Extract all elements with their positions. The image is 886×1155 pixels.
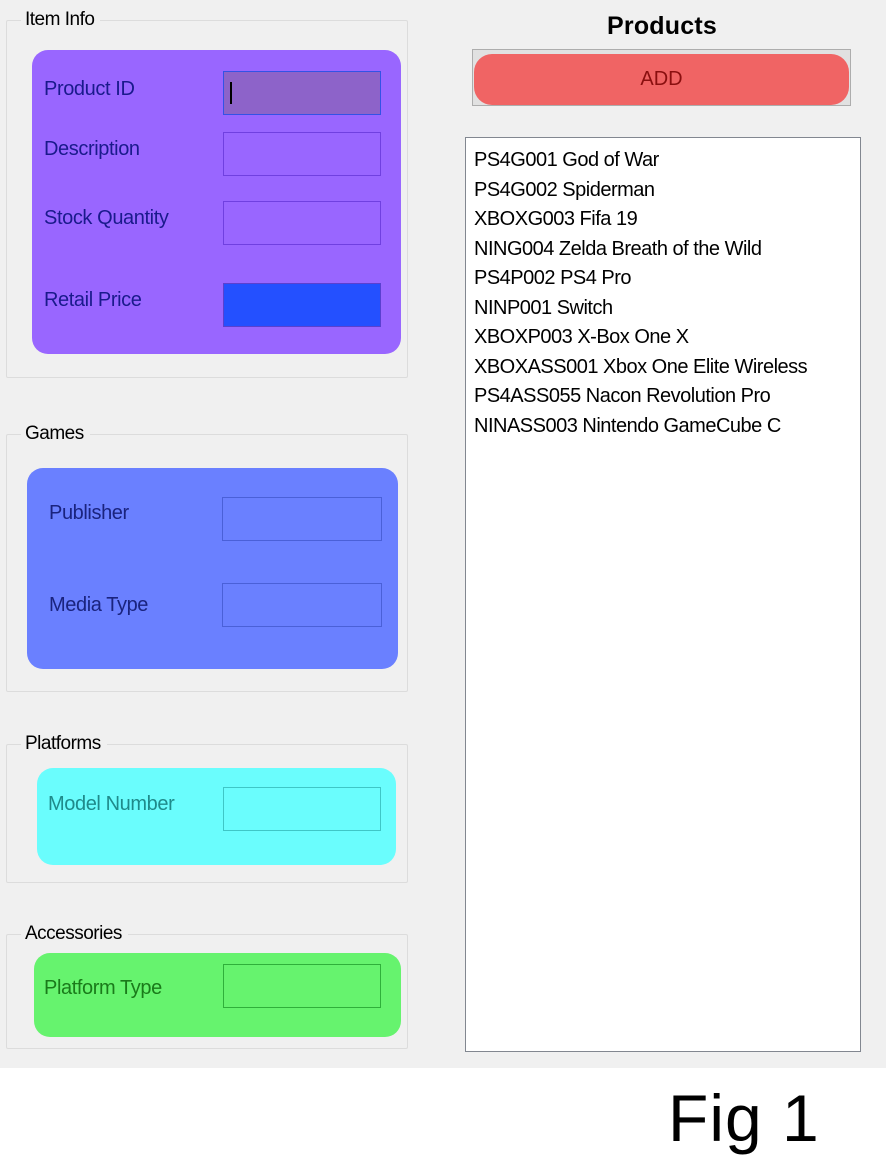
figure-caption: Fig 1 bbox=[668, 1081, 820, 1155]
platforms-panel: Model Number bbox=[37, 768, 396, 865]
list-item[interactable]: PS4G001 God of War bbox=[474, 146, 860, 176]
list-item[interactable]: NINASS003 Nintendo GameCube C bbox=[474, 412, 860, 442]
list-item[interactable]: PS4ASS055 Nacon Revolution Pro bbox=[474, 382, 860, 412]
stock-quantity-label: Stock Quantity bbox=[44, 207, 169, 229]
products-listbox[interactable]: PS4G001 God of War PS4G002 Spiderman XBOXG… bbox=[465, 137, 861, 1052]
publisher-input[interactable] bbox=[222, 497, 382, 541]
item-info-title: Item Info bbox=[21, 8, 101, 32]
model-number-label: Model Number bbox=[48, 793, 175, 815]
media-type-input[interactable] bbox=[222, 583, 382, 627]
add-button-frame: ADD bbox=[472, 49, 851, 106]
platform-type-input[interactable] bbox=[223, 964, 381, 1008]
text-cursor bbox=[230, 82, 232, 104]
list-item[interactable]: NINP001 Switch bbox=[474, 294, 860, 324]
publisher-label: Publisher bbox=[49, 502, 129, 524]
model-number-input[interactable] bbox=[223, 787, 381, 831]
product-id-input[interactable] bbox=[223, 71, 381, 115]
retail-price-label: Retail Price bbox=[44, 289, 142, 311]
item-info-panel: Product ID Description Stock Quantity Re… bbox=[32, 50, 401, 354]
product-id-label: Product ID bbox=[44, 78, 135, 100]
add-button[interactable]: ADD bbox=[474, 54, 849, 105]
products-title: Products bbox=[607, 12, 717, 40]
product-form: Item Info Product ID Description Stock Q… bbox=[0, 0, 886, 1068]
list-item[interactable]: PS4G002 Spiderman bbox=[474, 176, 860, 206]
stock-quantity-input[interactable] bbox=[223, 201, 381, 245]
accessories-panel: Platform Type bbox=[34, 953, 401, 1037]
games-title: Games bbox=[21, 422, 90, 446]
list-item[interactable]: XBOXG003 Fifa 19 bbox=[474, 205, 860, 235]
accessories-title: Accessories bbox=[21, 922, 128, 946]
platforms-title: Platforms bbox=[21, 732, 107, 756]
product-list: PS4G001 God of War PS4G002 Spiderman XBOXG… bbox=[466, 138, 860, 441]
games-panel: Publisher Media Type bbox=[27, 468, 398, 669]
list-item[interactable]: XBOXASS001 Xbox One Elite Wireless bbox=[474, 353, 860, 383]
list-item[interactable]: XBOXP003 X-Box One X bbox=[474, 323, 860, 353]
list-item[interactable]: NING004 Zelda Breath of the Wild bbox=[474, 235, 860, 265]
description-label: Description bbox=[44, 138, 140, 160]
retail-price-input[interactable] bbox=[223, 283, 381, 327]
description-input[interactable] bbox=[223, 132, 381, 176]
media-type-label: Media Type bbox=[49, 594, 149, 616]
platform-type-label: Platform Type bbox=[44, 977, 162, 999]
list-item[interactable]: PS4P002 PS4 Pro bbox=[474, 264, 860, 294]
